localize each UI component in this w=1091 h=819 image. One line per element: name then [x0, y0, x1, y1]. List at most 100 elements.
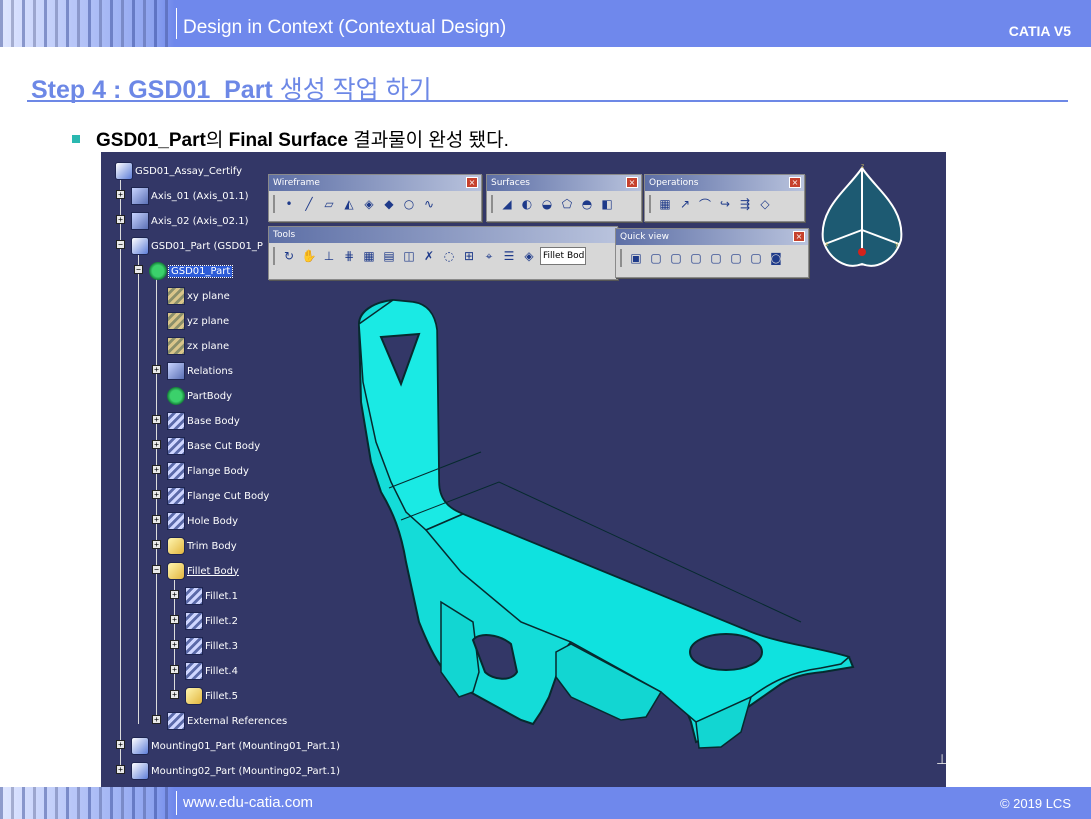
close-icon[interactable]: × — [466, 177, 478, 188]
expand-toggle[interactable]: + — [116, 190, 125, 199]
iso-view-icon[interactable]: ▣ — [627, 249, 645, 267]
tree-node-axis1[interactable]: Axis_01 (Axis_01.1) — [131, 186, 248, 206]
define-in-work-object-icon[interactable]: ◈ — [520, 247, 538, 265]
plane-icon[interactable]: ▱ — [320, 195, 338, 213]
expand-toggle[interactable]: + — [170, 665, 179, 674]
work-on-support-icon[interactable]: ⋕ — [340, 247, 358, 265]
translate-icon[interactable]: ↪ — [716, 195, 734, 213]
expand-toggle[interactable]: + — [170, 640, 179, 649]
projection-icon[interactable]: ◭ — [340, 195, 358, 213]
tree-node-base-body[interactable]: Base Body — [167, 411, 240, 431]
close-icon[interactable]: × — [789, 177, 801, 188]
toolbar-surfaces[interactable]: Surfaces × ◢ ◐ ◒ ⬠ ◓ ◧ — [486, 174, 642, 222]
collapse-toggle[interactable]: − — [152, 565, 161, 574]
blend-icon[interactable]: ◧ — [598, 195, 616, 213]
geometrical-set-icon[interactable]: ▤ — [380, 247, 398, 265]
tree-node-flange-cut-body[interactable]: Flange Cut Body — [167, 486, 269, 506]
circle-icon[interactable]: ○ — [400, 195, 418, 213]
sweep-icon[interactable]: ◒ — [538, 195, 556, 213]
toolbar-grip[interactable] — [491, 195, 493, 213]
tree-node-fillet3[interactable]: Fillet.3 — [185, 636, 238, 656]
toolbar-wireframe[interactable]: Wireframe × • ╱ ▱ ◭ ◈ ◆ ○ ∿ — [268, 174, 482, 222]
tree-node-trim-body[interactable]: Trim Body — [167, 536, 237, 556]
toolbar-grip[interactable] — [649, 195, 651, 213]
left-view-icon[interactable]: ▢ — [687, 249, 705, 267]
toolbar-operations[interactable]: Operations × ▦ ↗ ⌒ ↪ ⇶ ◇ — [644, 174, 805, 222]
compass-widget[interactable]: z x y — [817, 160, 907, 280]
tree-node-fillet5[interactable]: Fillet.5 — [185, 686, 238, 706]
tree-node-external-references[interactable]: External References — [167, 711, 287, 731]
expand-toggle[interactable]: + — [152, 490, 161, 499]
expand-toggle[interactable]: + — [152, 365, 161, 374]
back-view-icon[interactable]: ▢ — [667, 249, 685, 267]
extrapolate-icon[interactable]: ⇶ — [736, 195, 754, 213]
line-icon[interactable]: ╱ — [300, 195, 318, 213]
expand-toggle[interactable]: + — [170, 690, 179, 699]
expand-toggle[interactable]: + — [116, 215, 125, 224]
tree-node-part-body[interactable]: GSD01_Part — [149, 261, 234, 281]
list-icon[interactable]: ☰ — [500, 247, 518, 265]
spline-icon[interactable]: ∿ — [420, 195, 438, 213]
offset-icon[interactable]: ◆ — [380, 195, 398, 213]
hide-icon[interactable]: ✗ — [420, 247, 438, 265]
point-icon[interactable]: • — [280, 195, 298, 213]
close-icon[interactable]: × — [626, 177, 638, 188]
tree-node-flange-body[interactable]: Flange Body — [167, 461, 249, 481]
tree-node-root[interactable]: GSD01_Assay_Certify — [115, 161, 242, 181]
tree-node-yz-plane[interactable]: yz plane — [167, 311, 229, 331]
tree-node-fillet-body[interactable]: Fillet Body — [167, 561, 239, 581]
expand-toggle[interactable]: + — [116, 740, 125, 749]
expand-toggle[interactable]: + — [170, 590, 179, 599]
axis-system-icon[interactable]: ⊥ — [320, 247, 338, 265]
right-view-icon[interactable]: ▢ — [707, 249, 725, 267]
split-icon[interactable]: ↗ — [676, 195, 694, 213]
tree-node-relations[interactable]: Relations — [167, 361, 233, 381]
extrude-icon[interactable]: ◢ — [498, 195, 516, 213]
grid-icon[interactable]: ▦ — [360, 247, 378, 265]
expand-toggle[interactable]: + — [152, 415, 161, 424]
toolbar-tools[interactable]: Tools ↻ ✋ ⊥ ⋕ ▦ ▤ ◫ ✗ ◌ ⊞ ⌖ ☰ ◈ Fillet B… — [268, 226, 618, 280]
update-icon[interactable]: ↻ — [280, 247, 298, 265]
tree-node-axis2[interactable]: Axis_02 (Axis_02.1) — [131, 211, 248, 231]
tree-node-mounting01[interactable]: Mounting01_Part (Mounting01_Part.1) — [131, 736, 340, 756]
expand-toggle[interactable]: + — [152, 515, 161, 524]
loft-icon[interactable]: ◓ — [578, 195, 596, 213]
tree-node-fillet2[interactable]: Fillet.2 — [185, 611, 238, 631]
tree-node-fillet1[interactable]: Fillet.1 — [185, 586, 238, 606]
footer-url[interactable]: www.edu-catia.com — [183, 794, 313, 811]
bottom-view-icon[interactable]: ▢ — [747, 249, 765, 267]
hand-icon[interactable]: ✋ — [300, 247, 318, 265]
body-icon[interactable]: ◫ — [400, 247, 418, 265]
expand-toggle[interactable]: + — [152, 440, 161, 449]
front-view-icon[interactable]: ▢ — [647, 249, 665, 267]
join-icon[interactable]: ▦ — [656, 195, 674, 213]
tree-node-partbody[interactable]: PartBody — [167, 386, 232, 406]
tree-node-mounting02[interactable]: Mounting02_Part (Mounting02_Part.1) — [131, 761, 340, 781]
catia-viewport[interactable]: z x y ⊥ GSD01_Assay_Certify + Axis_01 (A… — [101, 152, 946, 787]
tree-node-zx-plane[interactable]: zx plane — [167, 336, 229, 356]
tree-node-fillet4[interactable]: Fillet.4 — [185, 661, 238, 681]
expand-toggle[interactable]: + — [116, 765, 125, 774]
collapse-toggle[interactable]: − — [116, 240, 125, 249]
current-body-select[interactable]: Fillet Bod — [540, 247, 586, 265]
tree-node-part[interactable]: GSD01_Part (GSD01_P — [131, 236, 263, 256]
toolbar-grip[interactable] — [273, 195, 275, 213]
expand-toggle[interactable]: + — [152, 465, 161, 474]
measure-icon[interactable]: ⌖ — [480, 247, 498, 265]
fillet-icon[interactable]: ⌒ — [696, 195, 714, 213]
toolbar-grip[interactable] — [273, 247, 275, 265]
expand-toggle[interactable]: + — [170, 615, 179, 624]
analysis-icon[interactable]: ◌ — [440, 247, 458, 265]
collapse-toggle[interactable]: − — [134, 265, 143, 274]
fill-icon[interactable]: ⬠ — [558, 195, 576, 213]
tree-node-base-cut-body[interactable]: Base Cut Body — [167, 436, 260, 456]
toolbar-quick-view[interactable]: Quick view × ▣ ▢ ▢ ▢ ▢ ▢ ▢ ◙ — [615, 228, 809, 278]
toolbar-grip[interactable] — [620, 249, 622, 267]
named-view-icon[interactable]: ◙ — [767, 249, 785, 267]
tree-node-xy-plane[interactable]: xy plane — [167, 286, 230, 306]
boundary-icon[interactable]: ◇ — [756, 195, 774, 213]
intersection-icon[interactable]: ◈ — [360, 195, 378, 213]
tree-node-hole-body[interactable]: Hole Body — [167, 511, 238, 531]
revolve-icon[interactable]: ◐ — [518, 195, 536, 213]
expand-toggle[interactable]: + — [152, 540, 161, 549]
